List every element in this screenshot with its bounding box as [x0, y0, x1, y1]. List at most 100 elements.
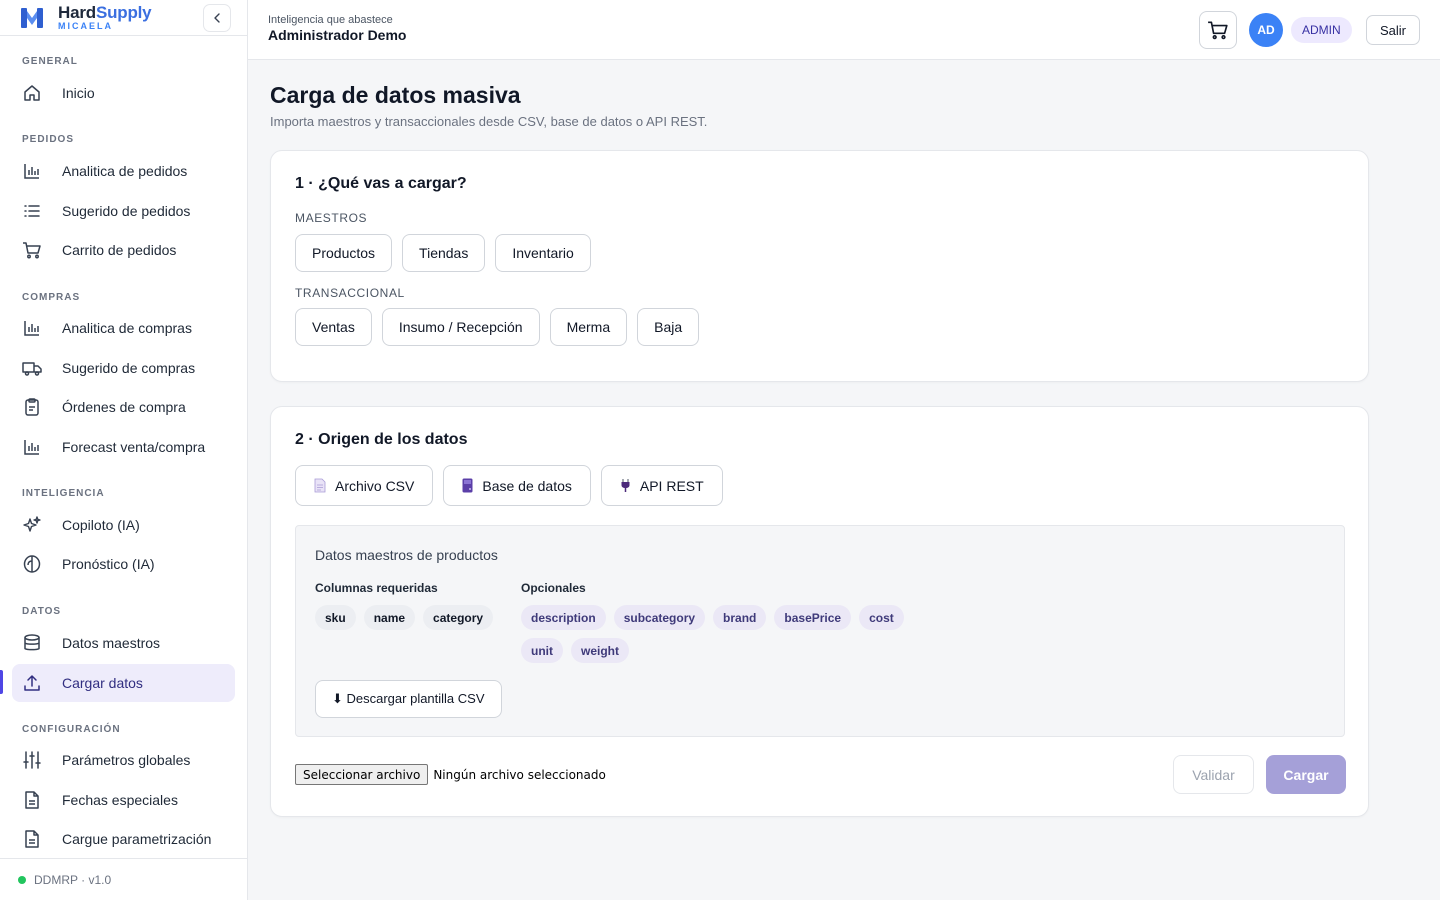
top-header: Inteligencia que abastece Administrador …	[248, 0, 1440, 60]
cart-button[interactable]	[1199, 11, 1237, 49]
file-icon	[22, 829, 42, 849]
cart-icon	[1208, 21, 1228, 40]
source-label: Base de datos	[482, 477, 572, 494]
optional-columns-label: Opcionales	[521, 581, 586, 595]
required-column-tag: sku	[315, 605, 356, 630]
sidebar-item-analitica-pedidos[interactable]: Analitica de pedidos	[12, 152, 235, 190]
section-compras: COMPRAS	[22, 292, 81, 303]
optional-columns: description subcategory brand basePrice …	[521, 605, 921, 663]
header-title: Administrador Demo	[268, 27, 407, 43]
sidebar-item-carrito-pedidos[interactable]: Carrito de pedidos	[12, 231, 235, 269]
brain-icon	[22, 554, 42, 574]
optional-column-tag: unit	[521, 638, 563, 663]
masters-options: Productos Tiendas Inventario	[295, 234, 591, 272]
sidebar-item-label: Cargue parametrización	[62, 831, 212, 847]
header-subtitle: Inteligencia que abastece	[268, 14, 393, 26]
option-ventas[interactable]: Ventas	[295, 308, 372, 346]
step1-card: 1 · ¿Qué vas a cargar? MAESTROS Producto…	[270, 150, 1369, 382]
sidebar-item-label: Cargar datos	[62, 675, 143, 691]
role-badge: ADMIN	[1291, 17, 1352, 43]
section-pedidos: PEDIDOS	[22, 134, 75, 145]
file-picker: Seleccionar archivo Ningún archivo selec…	[295, 764, 606, 785]
clipboard-icon	[22, 397, 42, 417]
required-column-tag: name	[363, 605, 416, 630]
sidebar-item-fechas-especiales[interactable]: Fechas especiales	[12, 781, 235, 819]
optional-column-tag: weight	[571, 638, 629, 663]
sidebar-item-forecast[interactable]: Forecast venta/compra	[12, 428, 235, 466]
section-inteligencia: INTELIGENCIA	[22, 488, 105, 499]
sidebar-item-label: Pronóstico (IA)	[62, 556, 155, 572]
option-merma[interactable]: Merma	[549, 308, 628, 346]
bar-chart-icon	[22, 161, 42, 181]
validate-button[interactable]: Validar	[1173, 755, 1254, 794]
sidebar-item-label: Analitica de compras	[62, 320, 192, 336]
select-file-button[interactable]: Seleccionar archivo	[295, 764, 429, 785]
source-label: Archivo CSV	[335, 477, 415, 494]
option-productos[interactable]: Productos	[295, 234, 393, 272]
avatar[interactable]: AD	[1249, 13, 1283, 47]
sidebar-item-label: Carrito de pedidos	[62, 242, 177, 258]
cart-icon	[22, 240, 42, 260]
sidebar-item-copiloto[interactable]: Copiloto (IA)	[12, 506, 235, 544]
optional-column-tag: basePrice	[774, 605, 852, 630]
plug-icon	[620, 478, 631, 493]
sidebar-item-datos-maestros[interactable]: Datos maestros	[12, 624, 235, 662]
page-title: Carga de datos masiva	[270, 82, 521, 108]
file-status-text: Ningún archivo seleccionado	[433, 767, 606, 782]
masters-label: MAESTROS	[295, 211, 368, 225]
sidebar-nav: GENERAL Inicio PEDIDOS Analitica de pedi…	[0, 36, 247, 858]
bar-chart-icon	[22, 437, 42, 457]
transactional-label: TRANSACCIONAL	[295, 286, 405, 300]
bar-chart-icon	[22, 318, 42, 338]
truck-icon	[22, 358, 42, 378]
upload-icon	[22, 673, 42, 693]
option-insumo-recepcion[interactable]: Insumo / Recepción	[381, 308, 540, 346]
sidebar-item-label: Inicio	[62, 85, 95, 101]
required-columns-label: Columnas requeridas	[315, 581, 438, 595]
status-dot-icon	[18, 875, 26, 884]
source-csv-button[interactable]: Archivo CSV	[295, 465, 434, 506]
step1-title: 1 · ¿Qué vas a cargar?	[295, 175, 467, 192]
chevron-left-icon	[214, 13, 220, 23]
sidebar-item-analitica-compras[interactable]: Analitica de compras	[12, 309, 235, 347]
active-indicator	[0, 670, 3, 694]
section-configuracion: CONFIGURACIÓN	[22, 724, 121, 735]
source-database-button[interactable]: Base de datos	[443, 465, 591, 506]
sidebar-item-label: Analitica de pedidos	[62, 163, 188, 179]
sidebar-item-cargue-parametrizacion[interactable]: Cargue parametrización	[12, 820, 235, 858]
hardsupply-logo-icon	[21, 8, 43, 28]
section-datos: DATOS	[22, 606, 62, 617]
file-icon	[22, 790, 42, 810]
sidebar-item-inicio[interactable]: Inicio	[12, 74, 235, 112]
source-api-button[interactable]: API REST	[600, 465, 723, 506]
sidebar-item-label: Sugerido de compras	[62, 360, 196, 376]
option-inventario[interactable]: Inventario	[495, 234, 591, 272]
sidebar: HardSupply MICAELA GENERAL Inicio PEDIDO…	[0, 0, 248, 900]
upload-button[interactable]: Cargar	[1266, 755, 1346, 794]
sidebar-footer: DDMRP · v1.0	[0, 858, 247, 900]
option-baja[interactable]: Baja	[637, 308, 700, 346]
sidebar-item-label: Fechas especiales	[62, 792, 178, 808]
sidebar-item-ordenes-compra[interactable]: Órdenes de compra	[12, 388, 235, 426]
sidebar-item-label: Órdenes de compra	[62, 399, 186, 415]
logout-button[interactable]: Salir	[1366, 15, 1420, 45]
step2-title: 2 · Origen de los datos	[295, 431, 468, 448]
sidebar-item-cargar-datos[interactable]: Cargar datos	[12, 664, 235, 702]
sidebar-item-parametros[interactable]: Parámetros globales	[12, 741, 235, 779]
step2-card: 2 · Origen de los datos Archivo CSV Base…	[270, 406, 1369, 817]
optional-column-tag: brand	[713, 605, 767, 630]
brand-subtitle: MICAELA	[58, 21, 113, 31]
download-template-button[interactable]: ⬇ Descargar plantilla CSV	[315, 680, 502, 718]
sidebar-item-sugerido-pedidos[interactable]: Sugerido de pedidos	[12, 192, 235, 230]
page-subtitle: Importa maestros y transaccionales desde…	[270, 114, 708, 129]
collapse-sidebar-button[interactable]	[203, 4, 231, 32]
option-tiendas[interactable]: Tiendas	[402, 234, 486, 272]
section-general: GENERAL	[22, 56, 78, 67]
sidebar-item-label: Parámetros globales	[62, 752, 191, 768]
list-icon	[22, 201, 42, 221]
optional-column-tag: subcategory	[613, 605, 706, 630]
schema-panel: Datos maestros de productos Columnas req…	[295, 525, 1345, 737]
sidebar-item-sugerido-compras[interactable]: Sugerido de compras	[12, 349, 235, 387]
sidebar-item-pronostico[interactable]: Pronóstico (IA)	[12, 545, 235, 583]
sidebar-item-label: Sugerido de pedidos	[62, 203, 191, 219]
